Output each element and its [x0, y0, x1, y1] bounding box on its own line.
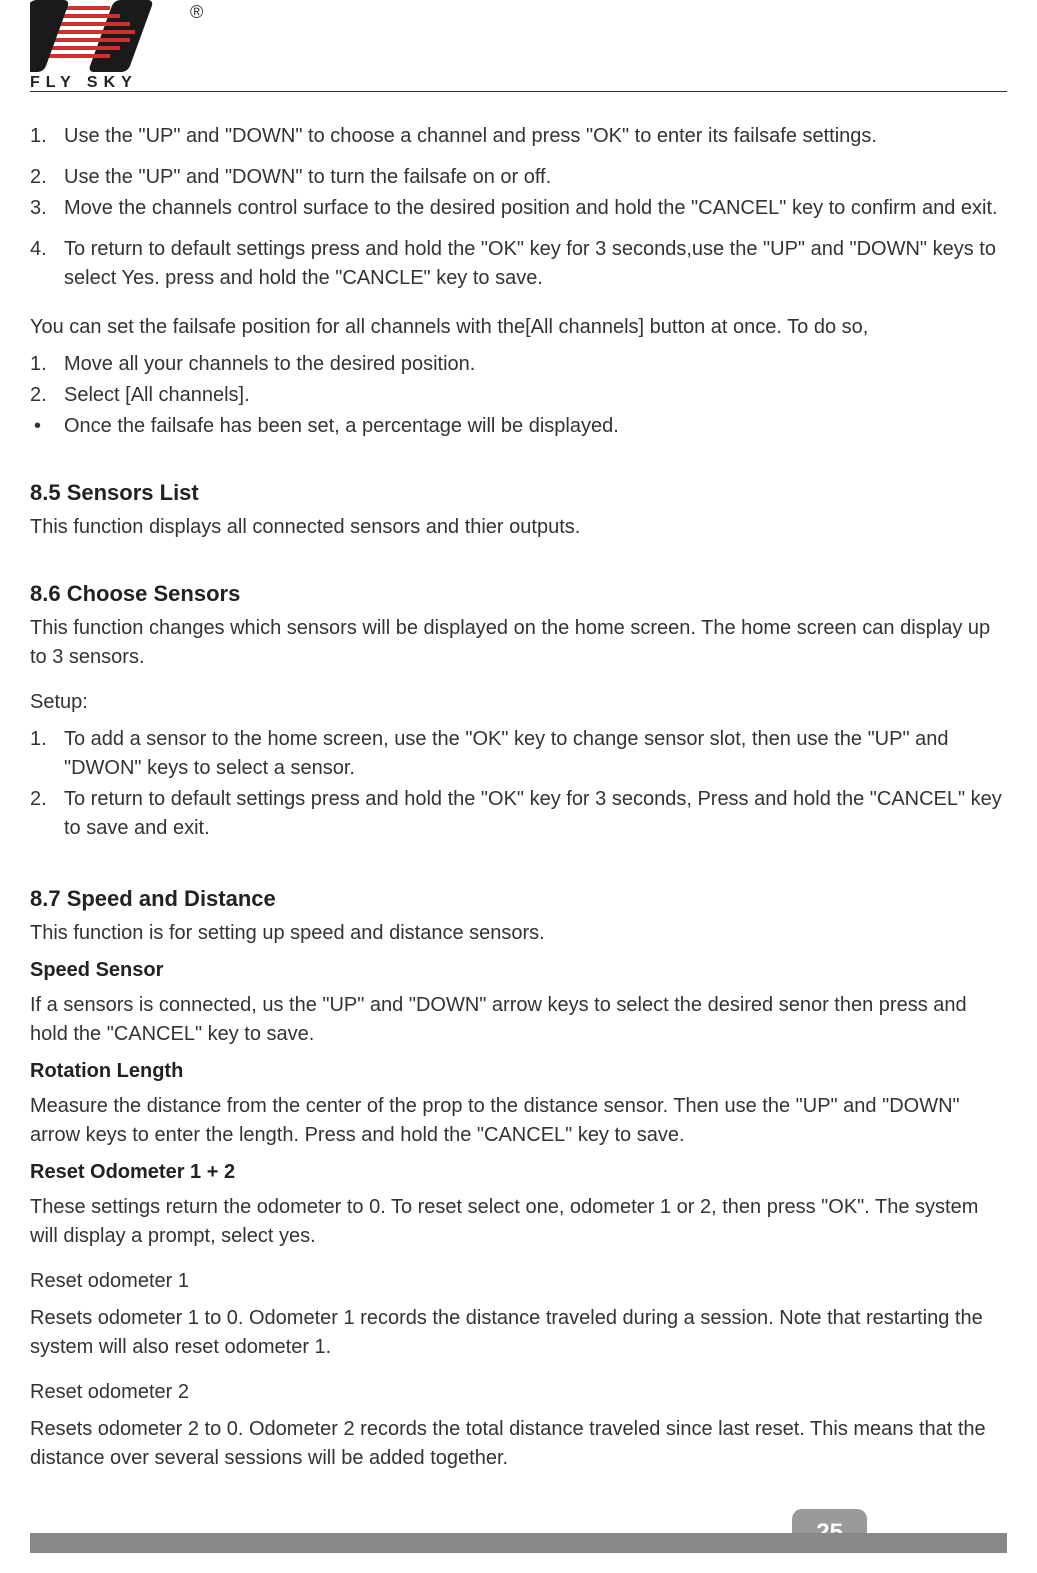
reset-odometer-2-title: Reset odometer 2 — [30, 1378, 1007, 1407]
bullet-icon: • — [30, 412, 64, 441]
failsafe-steps-list: 1. Use the "UP" and "DOWN" to choose a c… — [30, 122, 1007, 293]
flysky-logo-icon — [30, 0, 180, 72]
list-item: 1. To add a sensor to the home screen, u… — [30, 725, 1007, 783]
manual-page: FLY SKY ® 1. Use the "UP" and "DOWN" to … — [0, 0, 1037, 1473]
brand-logo: FLY SKY — [30, 0, 180, 92]
setup-label: Setup: — [30, 688, 1007, 717]
list-item: 2. Use the "UP" and "DOWN" to turn the f… — [30, 163, 1007, 192]
choose-sensors-steps: 1. To add a sensor to the home screen, u… — [30, 725, 1007, 843]
paragraph: Resets odometer 1 to 0. Odometer 1 recor… — [30, 1304, 1007, 1362]
list-number: 1. — [30, 350, 64, 379]
page-footer: 25 — [30, 1533, 1007, 1553]
footer-bar — [30, 1533, 1007, 1553]
list-number: 2. — [30, 785, 64, 843]
section-heading-8-5: 8.5 Sensors List — [30, 477, 1007, 509]
paragraph: Measure the distance from the center of … — [30, 1092, 1007, 1150]
list-number: 1. — [30, 122, 64, 151]
list-item: 2. Select [All channels]. — [30, 381, 1007, 410]
list-item: 4. To return to default settings press a… — [30, 235, 1007, 293]
list-text: Once the failsafe has been set, a percen… — [64, 412, 1007, 441]
list-item: 3. Move the channels control surface to … — [30, 194, 1007, 223]
reset-odometer-1-title: Reset odometer 1 — [30, 1267, 1007, 1296]
registered-icon: ® — [190, 2, 203, 23]
list-text: Use the "UP" and "DOWN" to choose a chan… — [64, 122, 1007, 151]
list-number: 3. — [30, 194, 64, 223]
list-text: To return to default settings press and … — [64, 235, 1007, 293]
list-text: To return to default settings press and … — [64, 785, 1007, 843]
list-text: Select [All channels]. — [64, 381, 1007, 410]
list-item: 1. Move all your channels to the desired… — [30, 350, 1007, 379]
paragraph: If a sensors is connected, us the "UP" a… — [30, 991, 1007, 1049]
list-number: 2. — [30, 163, 64, 192]
subheading-speed-sensor: Speed Sensor — [30, 956, 1007, 985]
list-number: 2. — [30, 381, 64, 410]
all-channels-steps: 1. Move all your channels to the desired… — [30, 350, 1007, 441]
list-text: To add a sensor to the home screen, use … — [64, 725, 1007, 783]
section-heading-8-7: 8.7 Speed and Distance — [30, 883, 1007, 915]
list-text: Move the channels control surface to the… — [64, 194, 1007, 223]
page-header: FLY SKY ® — [30, 0, 1007, 92]
list-item: 2. To return to default settings press a… — [30, 785, 1007, 843]
all-channels-intro: You can set the failsafe position for al… — [30, 313, 1007, 342]
subheading-reset-odometer: Reset Odometer 1 + 2 — [30, 1158, 1007, 1187]
list-text: Use the "UP" and "DOWN" to turn the fail… — [64, 163, 1007, 192]
section-heading-8-6: 8.6 Choose Sensors — [30, 578, 1007, 610]
list-number: 4. — [30, 235, 64, 293]
paragraph: These settings return the odometer to 0.… — [30, 1193, 1007, 1251]
list-number: 1. — [30, 725, 64, 783]
subheading-rotation-length: Rotation Length — [30, 1057, 1007, 1086]
page-content: 1. Use the "UP" and "DOWN" to choose a c… — [30, 122, 1007, 1473]
section-desc: This function displays all connected sen… — [30, 513, 1007, 542]
list-item: • Once the failsafe has been set, a perc… — [30, 412, 1007, 441]
section-desc: This function is for setting up speed an… — [30, 919, 1007, 948]
list-item: 1. Use the "UP" and "DOWN" to choose a c… — [30, 122, 1007, 151]
brand-text: FLY SKY — [30, 74, 138, 92]
paragraph: Resets odometer 2 to 0. Odometer 2 recor… — [30, 1415, 1007, 1473]
section-desc: This function changes which sensors will… — [30, 614, 1007, 672]
list-text: Move all your channels to the desired po… — [64, 350, 1007, 379]
